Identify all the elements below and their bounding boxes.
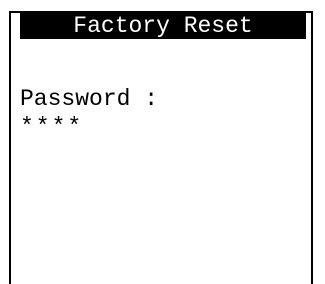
device-screen <box>9 11 313 284</box>
password-label: Password : <box>20 86 159 112</box>
screen-title: Factory Reset <box>20 13 306 39</box>
password-field[interactable]: **** <box>20 114 83 140</box>
